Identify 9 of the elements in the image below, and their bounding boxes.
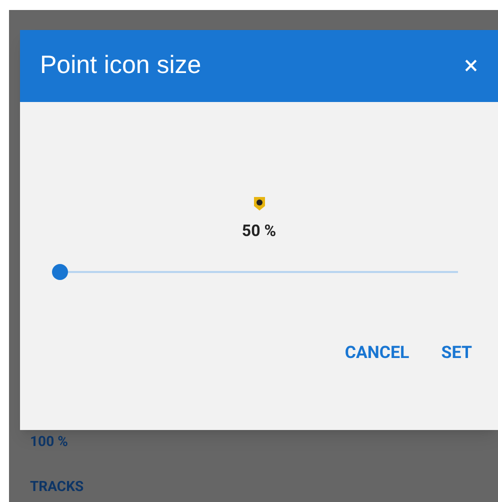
dialog-button[interactable]: CANCEL xyxy=(338,337,416,370)
dialog-title: Point icon size xyxy=(40,50,202,82)
close-button[interactable]: × xyxy=(464,53,478,79)
slider-thumb[interactable] xyxy=(52,264,68,280)
list-label: TRACKS xyxy=(30,478,85,497)
dialog-button[interactable]: SET xyxy=(435,337,478,370)
marker-icon xyxy=(252,196,266,211)
list-label: 100 % xyxy=(30,433,69,452)
size-value: 50 % xyxy=(242,220,276,242)
